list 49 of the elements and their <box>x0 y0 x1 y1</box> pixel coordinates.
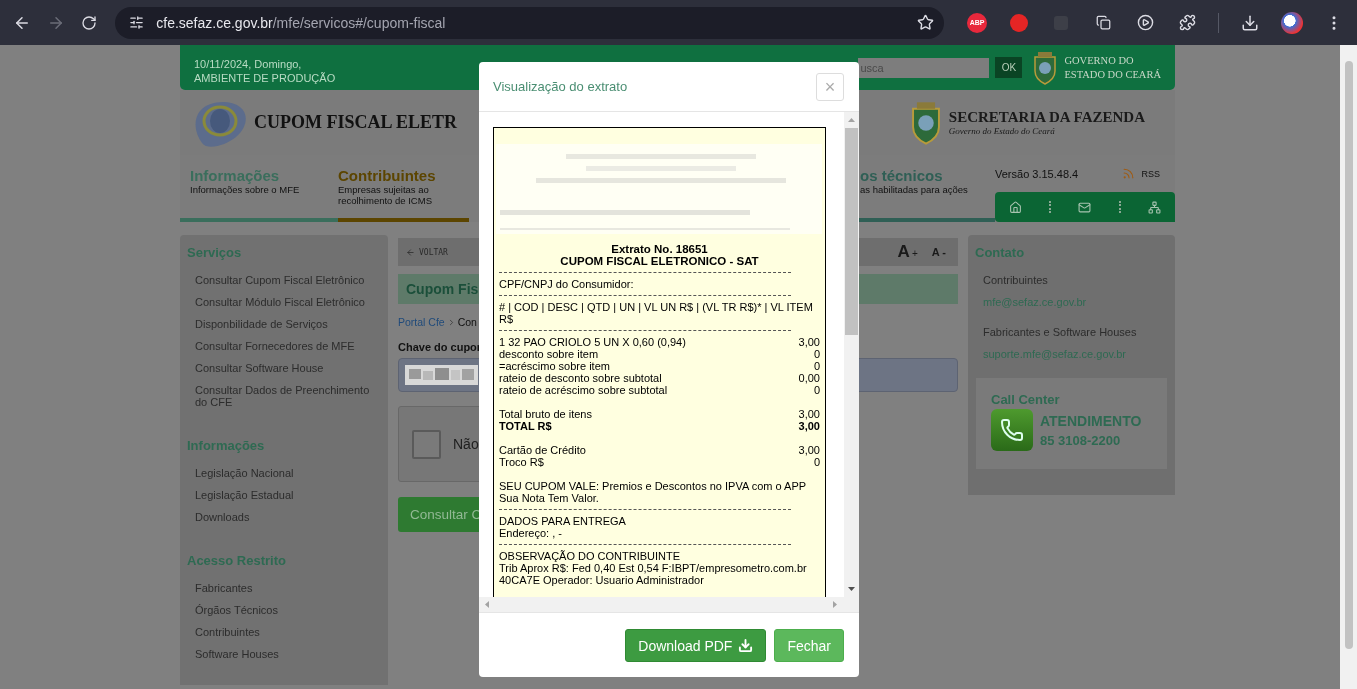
field-label: Chave do cupor <box>398 341 482 353</box>
receipt-value: 3,00 <box>798 444 820 456</box>
receipt-text: 40CA7E Operador: Usuario Administrador <box>499 574 705 586</box>
sidebar-heading: Acesso Restrito <box>186 553 287 568</box>
receipt-label: Cartão de Crédito <box>499 444 586 456</box>
phone-number: 85 3108-2200 <box>1040 432 1122 448</box>
receipt-value: 3,00 <box>798 408 820 420</box>
url-text: cfe.sefaz.ce.gov.br/mfe/servicos#/cupom-fiscal <box>156 14 447 31</box>
contact-label: Contribuintes <box>982 274 1049 286</box>
captcha-label: Não <box>453 436 479 452</box>
receipt-label: =acréscimo sobre item <box>499 360 610 372</box>
receipt-label: Troco R$ <box>499 456 544 468</box>
receipt-label: TOTAL R$ <box>499 420 552 432</box>
receipt-value: 0 <box>813 360 820 372</box>
contact-heading: Contato <box>974 245 1026 260</box>
receipt-text: Endereço: , - <box>499 527 563 539</box>
receipt-title: CUPOM FISCAL ELETRONICO - SAT <box>559 255 760 267</box>
receipt-title: Extrato No. 18651 <box>610 243 709 255</box>
receipt-label: rateio de desconto sobre subtotal <box>499 372 662 384</box>
receipt-text: CPF/CNPJ do Consumidor: <box>499 278 635 290</box>
date-text: 10/11/2024, Domingo, AMBIENTE DE PRODUÇÃO <box>194 56 336 85</box>
call-center-heading: ATENDIMENTO <box>1040 412 1142 429</box>
contact-label: Fabricantes e Software Houses <box>982 326 1138 338</box>
sidebar-heading: Informações <box>186 438 266 453</box>
receipt-label: 1 32 PAO CRIOLO 5 UN X 0,60 (0,94) <box>499 336 686 348</box>
receipt-value: 0 <box>813 348 820 360</box>
receipt-value: 0 <box>813 384 820 396</box>
agency-subtitle: Governo do Estado do Ceará <box>948 126 1056 136</box>
receipt-label: rateio de acréscimo sobre subtotal <box>499 384 668 396</box>
version-text: Versão 3.15.48.4 <box>995 167 1079 180</box>
government-logo-text: GOVERNO DO ESTADO DO CEARÁ <box>1064 53 1161 82</box>
receipt-text: Trib Aprox R$: Fed 0,40 Est 0,54 F:IBPT/empresometro.com.br <box>499 562 808 574</box>
agency-name: SECRETARIA DA FAZENDA <box>948 109 1145 126</box>
receipt-value: 3,00 <box>798 420 820 432</box>
receipt-value: 0 <box>813 456 820 468</box>
receipt-value: 3,00 <box>798 336 820 348</box>
receipt-text: DADOS PARA ENTREGA <box>499 515 627 527</box>
receipt-text: SEU CUPOM VALE: Premios e Descontos no IPVA com o APP Sua Nota Tem Valor. <box>499 480 807 504</box>
breadcrumb-current: Con <box>457 316 477 328</box>
site-title: CUPOM FISCAL ELETR <box>254 112 458 133</box>
receipt-value: 0,00 <box>798 372 820 384</box>
dialog-title: Visualização do extrato <box>493 79 628 94</box>
sidebar-heading: Serviços <box>186 245 243 260</box>
receipt-text: # | COD | DESC | QTD | UN | VL UN R$ | (VL TR R$)* | VL ITEM R$ <box>499 301 814 325</box>
receipt-label: desconto sobre item <box>499 348 599 360</box>
receipt-text: OBSERVAÇÃO DO CONTRIBUINTE <box>499 550 682 562</box>
receipt-label: Total bruto de itens <box>499 408 592 420</box>
page-title: Cupom Fis <box>406 281 479 297</box>
call-center-title: Call Center <box>991 392 1061 407</box>
